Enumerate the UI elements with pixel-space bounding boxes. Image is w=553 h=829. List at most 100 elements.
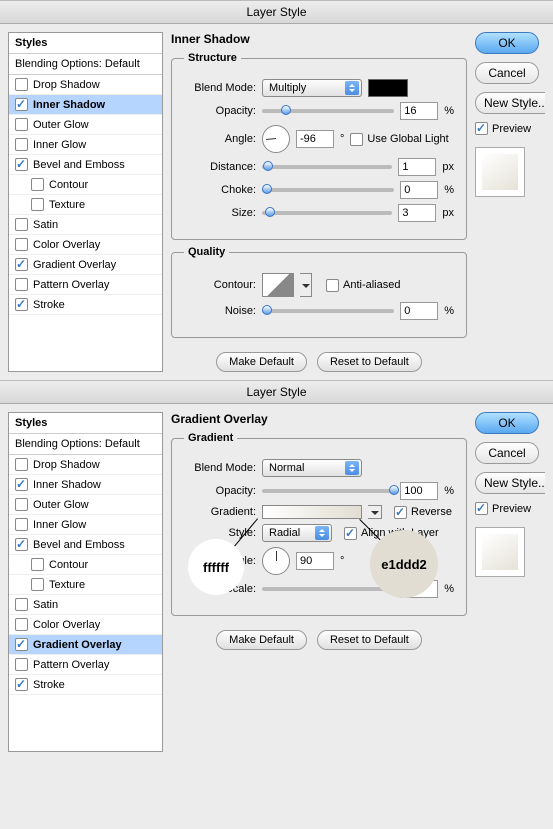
style-checkbox[interactable] xyxy=(15,478,28,491)
style-checkbox[interactable] xyxy=(31,178,44,191)
style-item-satin[interactable]: Satin xyxy=(9,595,162,615)
style-checkbox[interactable] xyxy=(15,298,28,311)
style-checkbox[interactable] xyxy=(15,278,28,291)
style-item-contour[interactable]: Contour xyxy=(9,555,162,575)
style-item-gradient-overlay[interactable]: Gradient Overlay xyxy=(9,255,162,275)
new-style-button[interactable]: New Style... xyxy=(475,472,545,494)
style-item-inner-glow[interactable]: Inner Glow xyxy=(9,515,162,535)
style-checkbox[interactable] xyxy=(15,618,28,631)
style-item-drop-shadow[interactable]: Drop Shadow xyxy=(9,455,162,475)
style-item-drop-shadow[interactable]: Drop Shadow xyxy=(9,75,162,95)
choke-input[interactable] xyxy=(400,181,438,199)
chevron-down-icon[interactable] xyxy=(300,273,312,297)
cancel-button[interactable]: Cancel xyxy=(475,442,539,464)
choke-slider[interactable] xyxy=(262,183,394,197)
style-item-inner-glow[interactable]: Inner Glow xyxy=(9,135,162,155)
style-checkbox[interactable] xyxy=(31,198,44,211)
style-item-contour[interactable]: Contour xyxy=(9,175,162,195)
style-item-color-overlay[interactable]: Color Overlay xyxy=(9,235,162,255)
style-checkbox[interactable] xyxy=(15,238,28,251)
blending-options-row[interactable]: Blending Options: Default xyxy=(9,54,162,75)
style-checkbox[interactable] xyxy=(15,498,28,511)
style-checkbox[interactable] xyxy=(15,158,28,171)
blending-options-row[interactable]: Blending Options: Default xyxy=(9,434,162,455)
reverse-checkbox[interactable] xyxy=(394,506,407,519)
style-item-bevel-and-emboss[interactable]: Bevel and Emboss xyxy=(9,155,162,175)
style-checkbox[interactable] xyxy=(15,118,28,131)
scale-slider[interactable] xyxy=(262,582,394,596)
style-checkbox[interactable] xyxy=(15,138,28,151)
style-checkbox[interactable] xyxy=(15,658,28,671)
ok-button[interactable]: OK xyxy=(475,32,539,54)
angle-dial[interactable] xyxy=(262,125,290,153)
align-layer-label: Align with Layer xyxy=(361,527,439,539)
new-style-button[interactable]: New Style... xyxy=(475,92,545,114)
style-item-satin[interactable]: Satin xyxy=(9,215,162,235)
styles-header[interactable]: Styles xyxy=(9,413,162,434)
anti-aliased-checkbox[interactable] xyxy=(326,279,339,292)
style-label: Drop Shadow xyxy=(33,79,100,91)
style-item-pattern-overlay[interactable]: Pattern Overlay xyxy=(9,655,162,675)
reset-default-button[interactable]: Reset to Default xyxy=(317,630,422,650)
style-checkbox[interactable] xyxy=(15,598,28,611)
reset-default-button[interactable]: Reset to Default xyxy=(317,352,422,372)
align-layer-checkbox[interactable] xyxy=(344,527,357,540)
style-item-outer-glow[interactable]: Outer Glow xyxy=(9,495,162,515)
style-label: Bevel and Emboss xyxy=(33,539,125,551)
style-checkbox[interactable] xyxy=(15,98,28,111)
style-item-stroke[interactable]: Stroke xyxy=(9,675,162,695)
style-checkbox[interactable] xyxy=(15,538,28,551)
preview-label: Preview xyxy=(492,503,531,515)
style-checkbox[interactable] xyxy=(31,558,44,571)
style-item-pattern-overlay[interactable]: Pattern Overlay xyxy=(9,275,162,295)
color-swatch[interactable] xyxy=(368,79,408,97)
opacity-slider[interactable] xyxy=(262,484,394,498)
distance-input[interactable] xyxy=(398,158,436,176)
style-item-inner-shadow[interactable]: Inner Shadow xyxy=(9,475,162,495)
distance-slider[interactable] xyxy=(262,160,392,174)
style-checkbox[interactable] xyxy=(15,218,28,231)
make-default-button[interactable]: Make Default xyxy=(216,352,307,372)
style-checkbox[interactable] xyxy=(15,258,28,271)
blend-mode-select[interactable]: Normal xyxy=(262,459,362,477)
style-checkbox[interactable] xyxy=(15,78,28,91)
style-item-inner-shadow[interactable]: Inner Shadow xyxy=(9,95,162,115)
styles-header[interactable]: Styles xyxy=(9,33,162,54)
style-item-outer-glow[interactable]: Outer Glow xyxy=(9,115,162,135)
style-checkbox[interactable] xyxy=(31,578,44,591)
global-light-checkbox[interactable] xyxy=(350,133,363,146)
style-checkbox[interactable] xyxy=(15,638,28,651)
style-item-stroke[interactable]: Stroke xyxy=(9,295,162,315)
opacity-input[interactable] xyxy=(400,482,438,500)
style-item-bevel-and-emboss[interactable]: Bevel and Emboss xyxy=(9,535,162,555)
style-label: Contour xyxy=(49,559,88,571)
style-checkbox[interactable] xyxy=(15,678,28,691)
scale-input[interactable] xyxy=(400,580,438,598)
preview-checkbox[interactable] xyxy=(475,502,488,515)
style-item-color-overlay[interactable]: Color Overlay xyxy=(9,615,162,635)
noise-input[interactable] xyxy=(400,302,438,320)
angle-dial[interactable] xyxy=(262,547,290,575)
style-item-texture[interactable]: Texture xyxy=(9,195,162,215)
style-checkbox[interactable] xyxy=(15,518,28,531)
style-item-gradient-overlay[interactable]: Gradient Overlay xyxy=(9,635,162,655)
contour-picker[interactable] xyxy=(262,273,294,297)
style-select[interactable]: Radial xyxy=(262,524,332,542)
preview-checkbox[interactable] xyxy=(475,122,488,135)
ok-button[interactable]: OK xyxy=(475,412,539,434)
style-item-texture[interactable]: Texture xyxy=(9,575,162,595)
blend-mode-select[interactable]: Multiply xyxy=(262,79,362,97)
style-checkbox[interactable] xyxy=(15,458,28,471)
angle-input[interactable] xyxy=(296,130,334,148)
noise-slider[interactable] xyxy=(262,304,394,318)
opacity-slider[interactable] xyxy=(262,104,394,118)
opacity-input[interactable] xyxy=(400,102,438,120)
chevron-down-icon[interactable] xyxy=(368,505,382,519)
angle-input[interactable] xyxy=(296,552,334,570)
size-slider[interactable] xyxy=(262,206,392,220)
gradient-picker[interactable] xyxy=(262,505,362,519)
make-default-button[interactable]: Make Default xyxy=(216,630,307,650)
contour-label: Contour: xyxy=(184,279,256,291)
size-input[interactable] xyxy=(398,204,436,222)
cancel-button[interactable]: Cancel xyxy=(475,62,539,84)
